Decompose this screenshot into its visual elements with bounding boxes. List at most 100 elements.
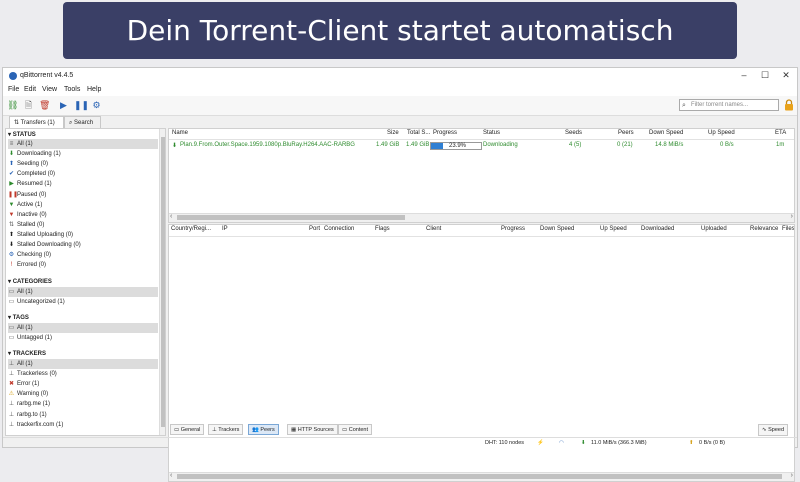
status-filter-item[interactable]: ▶ Resumed (1) (8, 179, 158, 189)
hscroll-thumb[interactable] (177, 215, 405, 220)
scrollbar-thumb[interactable] (161, 137, 165, 427)
delete-icon[interactable]: 🗑 (39, 100, 50, 111)
torrent-list-hscrollbar[interactable]: ‹ › (169, 213, 794, 222)
status-filter-item[interactable]: ▼ Active (1) (8, 200, 158, 210)
tracker-filter-item[interactable]: ⊥ rarbg.to (1) (8, 410, 158, 420)
menu-edit[interactable]: Edit (24, 86, 36, 93)
col-peer-progress[interactable]: Progress (501, 226, 525, 232)
download-total[interactable]: 11.0 MiB/s (366.3 MiB) (591, 440, 647, 446)
col-port[interactable]: Port (309, 226, 320, 232)
tags-section-title[interactable]: ▾ TAGS (8, 314, 29, 321)
sidebar-scrollbar[interactable] (159, 129, 165, 435)
upload-total[interactable]: 0 B/s (0 B) (699, 440, 725, 446)
scroll-left-icon[interactable]: ‹ (170, 213, 172, 220)
peers-scroll-left-icon[interactable]: ‹ (170, 472, 172, 479)
menu-file[interactable]: File (8, 86, 19, 93)
content-icon: ▭ (342, 427, 348, 433)
options-icon[interactable]: ⚙ (91, 100, 102, 111)
status-filter-item[interactable]: ⬆ Seeding (0) (8, 159, 158, 169)
tab-http-sources[interactable]: ▦ HTTP Sources (287, 424, 338, 435)
col-ip[interactable]: IP (222, 226, 228, 232)
trackers-section-title[interactable]: ▾ TRACKERS (8, 350, 46, 357)
status-filter-item[interactable]: ⬇ Downloading (1) (8, 149, 158, 159)
peers-hscrollbar[interactable]: ‹ › (169, 472, 794, 481)
status-filter-item[interactable]: ▼ Inactive (0) (8, 210, 158, 220)
col-down-speed[interactable]: Down Speed (649, 130, 683, 136)
col-name[interactable]: Name (172, 130, 188, 136)
col-total-size[interactable]: Total S... (407, 130, 430, 136)
pause-icon[interactable]: ❚❚ (74, 100, 89, 111)
connection-icon[interactable]: ⚡ (537, 440, 544, 446)
col-peer-down-speed[interactable]: Down Speed (540, 226, 574, 232)
col-files[interactable]: Files (782, 226, 794, 232)
peers-hscroll-thumb[interactable] (177, 474, 782, 479)
menu-tools[interactable]: Tools (64, 86, 80, 93)
tracker-filter-item[interactable]: ✖ Error (1) (8, 379, 158, 389)
col-downloaded[interactable]: Downloaded (641, 226, 674, 232)
col-progress[interactable]: Progress (433, 130, 457, 136)
col-status[interactable]: Status (483, 130, 500, 136)
tab-peers[interactable]: 👥 Peers (248, 424, 279, 435)
col-seeds[interactable]: Seeds (565, 130, 582, 136)
tag-filter-item[interactable]: ▭ Untagged (1) (8, 333, 158, 343)
tab-content[interactable]: ▭ Content (338, 424, 372, 435)
tag-filter-item-label: Untagged (1) (17, 335, 53, 342)
status-filter-item[interactable]: ⬇ Stalled Downloading (0) (8, 240, 158, 250)
status-filter-item-label: All (1) (17, 141, 33, 147)
category-filter-item[interactable]: ▭ All (1) (8, 287, 158, 297)
status-filter-item[interactable]: ⬆ Stalled Uploading (0) (8, 230, 158, 240)
tracker-filter-item-label: Trackerless (0) (17, 371, 57, 378)
col-connection[interactable]: Connection (324, 226, 354, 232)
torrent-row[interactable]: ⬇ Plan.9.From.Outer.Space.1959.1080p.Blu… (169, 141, 794, 151)
categories-section-title[interactable]: ▾ CATEGORIES (8, 278, 52, 285)
status-filter-item[interactable]: ⇅ Stalled (0) (8, 220, 158, 230)
tracker-filter-item[interactable]: ⊥ trackerfix.com (1) (8, 420, 158, 430)
status-filter-item[interactable]: ❚❚Paused (0) (8, 190, 158, 200)
tracker-filter-item-icon: ⊥ (8, 421, 15, 428)
status-filter-item[interactable]: ⚙ Checking (0) (8, 250, 158, 260)
category-filter-item-icon: ▭ (8, 299, 15, 306)
tag-filter-item-icon: ▭ (8, 335, 15, 342)
col-flags[interactable]: Flags (375, 226, 390, 232)
minimize-button[interactable]: – (736, 70, 752, 82)
filter-placeholder: Filter torrent names... (691, 102, 749, 108)
lock-icon[interactable] (784, 99, 794, 111)
tag-filter-item-label: All (1) (17, 325, 33, 331)
tab-transfers[interactable]: ⇅ Transfers (1) (9, 116, 64, 128)
add-file-icon[interactable]: 🗎 (23, 100, 34, 111)
tab-trackers[interactable]: ⊥ Trackers (208, 424, 244, 435)
close-button[interactable]: ✕ (778, 70, 794, 82)
peers-scroll-right-icon[interactable]: › (791, 472, 793, 479)
tab-general[interactable]: ▭ General (170, 424, 205, 435)
tracker-filter-item[interactable]: ⊥ All (1) (8, 359, 158, 369)
add-link-icon[interactable]: ⛓ (7, 100, 18, 111)
status-filter-item[interactable]: ✔ Completed (0) (8, 169, 158, 179)
col-eta[interactable]: ETA (775, 130, 786, 136)
tab-search[interactable]: ⌕ Search (64, 116, 101, 128)
status-filter-item[interactable]: ≡ All (1) (8, 139, 158, 149)
col-peer-up-speed[interactable]: Up Speed (600, 226, 627, 232)
status-filter-item[interactable]: ! Errored (0) (8, 260, 158, 270)
status-section-title[interactable]: ▾ STATUS (8, 131, 36, 138)
speed-limit-icon[interactable]: ◠ (559, 440, 564, 446)
col-relevance[interactable]: Relevance (750, 226, 778, 232)
maximize-button[interactable]: ☐ (757, 70, 773, 82)
col-up-speed[interactable]: Up Speed (708, 130, 735, 136)
filter-input[interactable]: ⌕ Filter torrent names... (679, 99, 779, 111)
scroll-right-icon[interactable]: › (791, 213, 793, 220)
status-filter-item-label: Checking (0) (17, 252, 52, 259)
tracker-filter-item[interactable]: ⚠ Warning (0) (8, 389, 158, 399)
col-client[interactable]: Client (426, 226, 441, 232)
resume-icon[interactable]: ▶ (58, 100, 69, 111)
menu-help[interactable]: Help (87, 86, 101, 93)
category-filter-item[interactable]: ▭ Uncategorized (1) (8, 297, 158, 307)
tracker-filter-item[interactable]: ⊥ rarbg.me (1) (8, 399, 158, 409)
col-uploaded[interactable]: Uploaded (701, 226, 727, 232)
tag-filter-item[interactable]: ▭ All (1) (8, 323, 158, 333)
col-country[interactable]: Country/Regi... (171, 226, 211, 232)
speed-button[interactable]: ∿ Speed (758, 424, 789, 436)
menu-view[interactable]: View (42, 86, 57, 93)
tracker-filter-item[interactable]: ⊥ Trackerless (0) (8, 369, 158, 379)
col-peers[interactable]: Peers (618, 130, 634, 136)
col-size[interactable]: Size (387, 130, 399, 136)
